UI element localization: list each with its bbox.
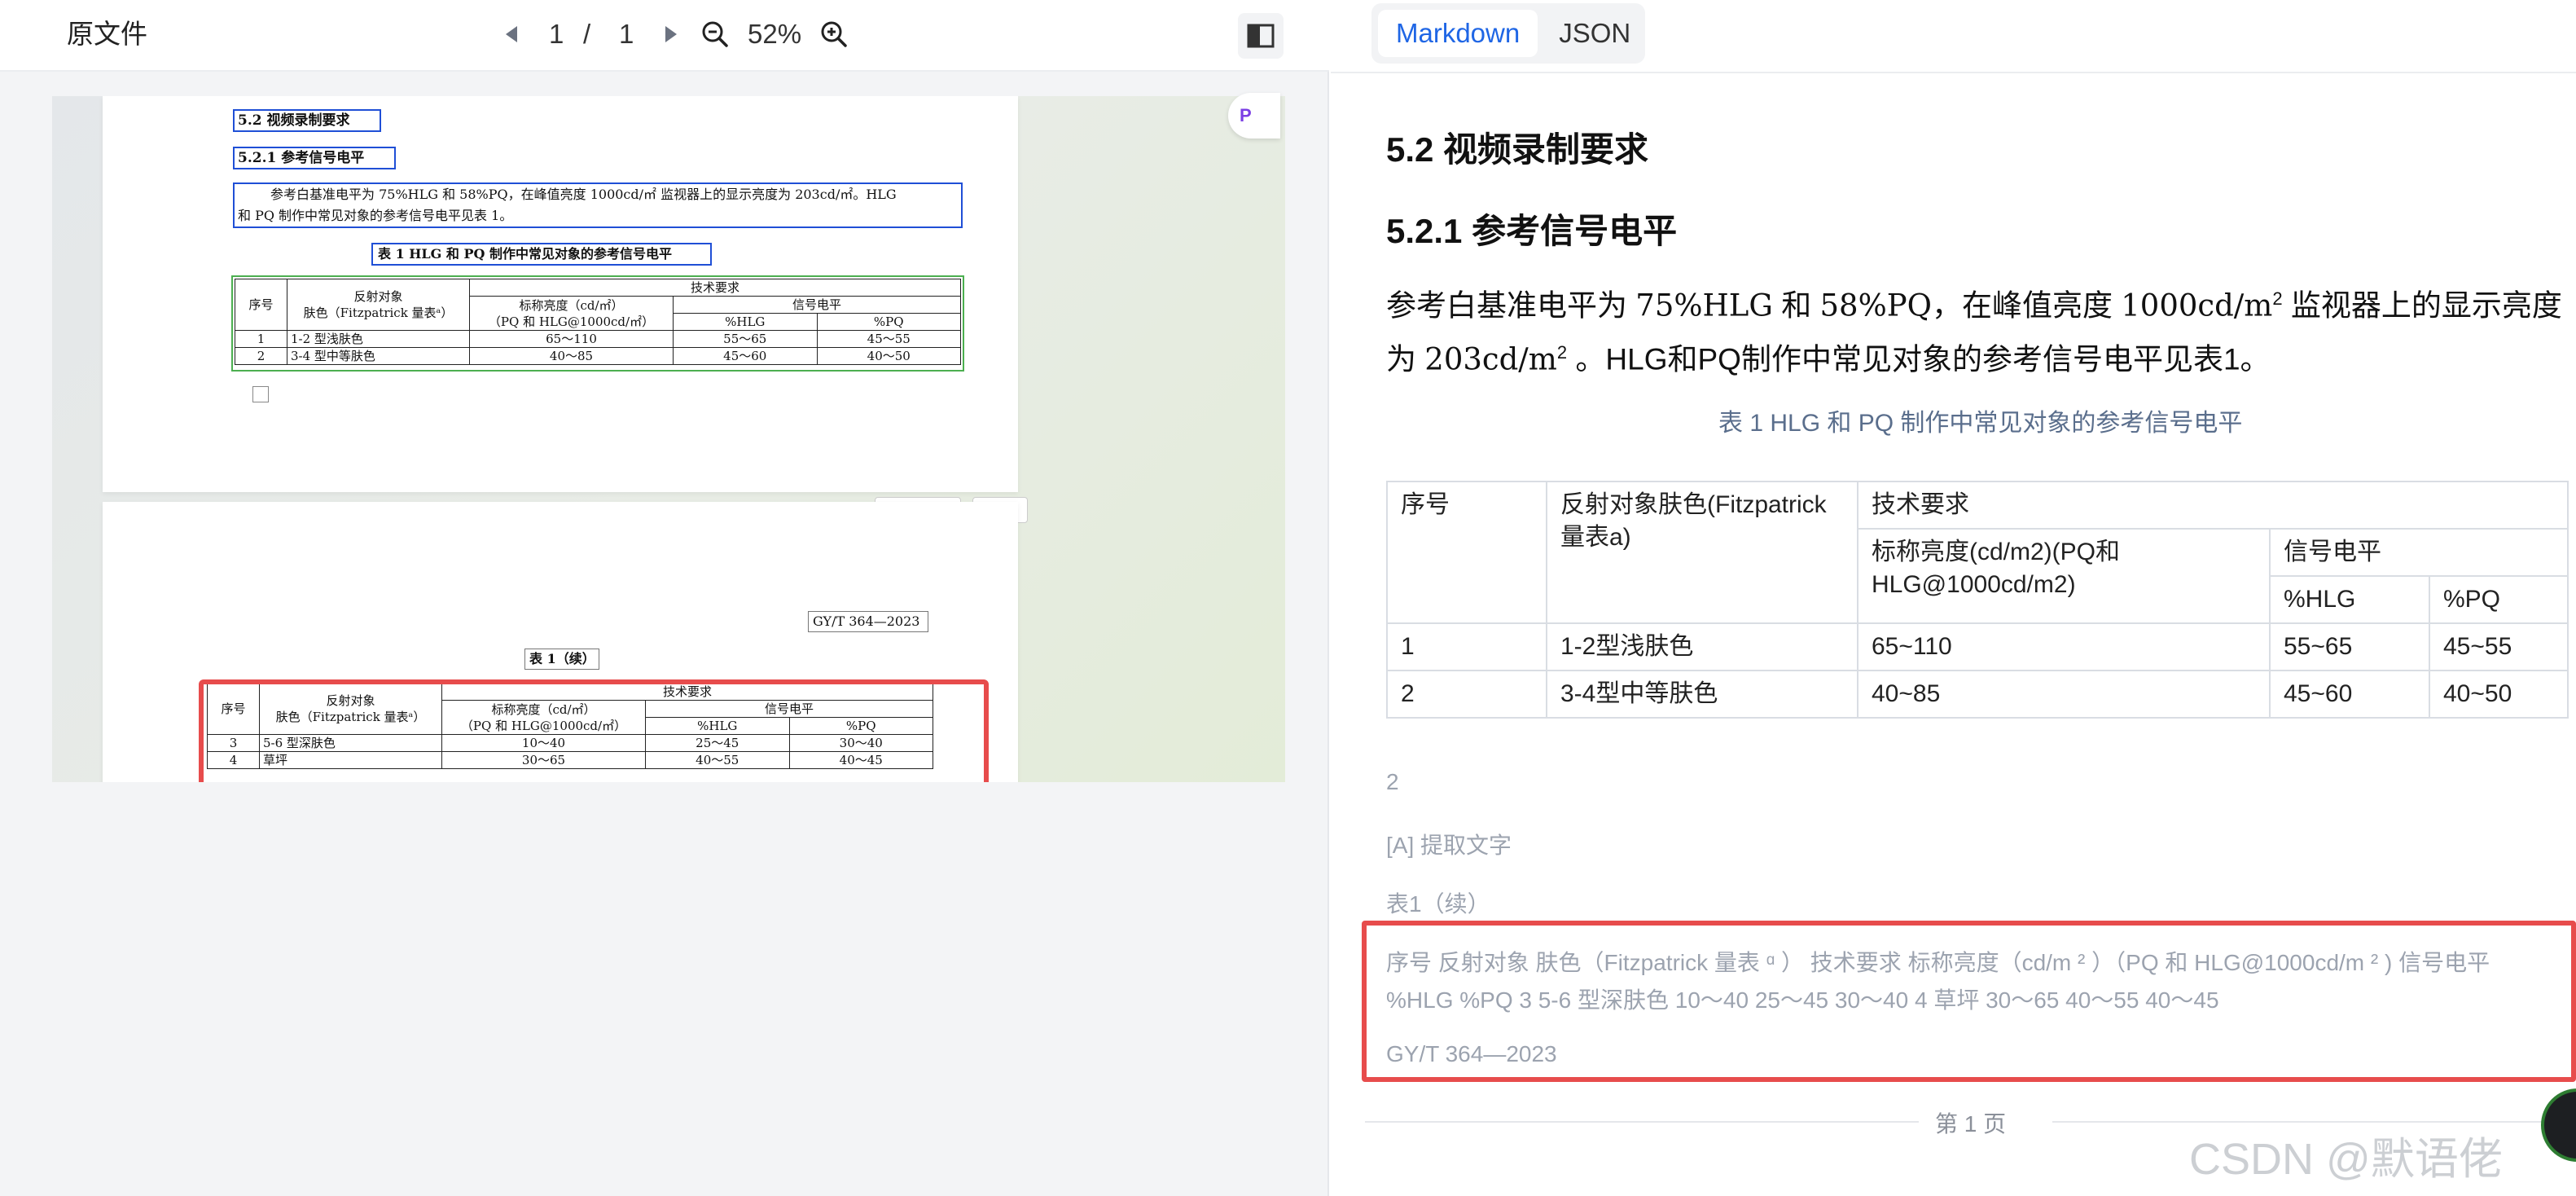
preview-th-pq: %PQ — [816, 313, 961, 331]
result-tabs: Markdown JSON — [1371, 3, 1645, 64]
document-preview-stage[interactable]: 5.2 视频录制要求 5.2.1 参考信号电平 参考白基准电平为 75%HLG … — [52, 96, 1285, 782]
table-cell: 65~110 — [1857, 622, 2271, 671]
page-separator: / — [583, 19, 591, 49]
md-heading2: 5.2.1 参考信号电平 — [1386, 212, 1678, 250]
source-title: 原文件 — [67, 19, 147, 49]
md-th-tech: 技术要求 — [1857, 481, 2569, 530]
preview-para-line2: 和 PQ 制作中常见对象的参考信号电平见表 1。 — [238, 208, 513, 223]
md-th-nominal: 标称亮度(cd/m2)(PQ和 HLG@1000cd/m2) — [1857, 528, 2271, 624]
preview-th-nominal1: 标称亮度（cd/㎡） — [519, 297, 624, 313]
md-para-math-lum2: 203cd/m — [1424, 341, 1557, 377]
zoom-out-icon[interactable] — [696, 15, 735, 54]
table-cell: 40~50 — [2429, 670, 2569, 719]
ai-assistant-icon[interactable]: P — [1228, 93, 1280, 139]
page-current-input[interactable]: 1 — [549, 16, 564, 52]
preview-th-obj1: 反射对象 — [353, 289, 403, 304]
md-para-seg: 和 — [1772, 288, 1820, 323]
prev-page-icon[interactable] — [492, 15, 531, 54]
highlight-box-right — [1362, 921, 2576, 1082]
preview-th-obj: 反射对象肤色（Fitzpatrick 量表ᵃ） — [287, 279, 470, 331]
table-cell: 1 — [235, 330, 287, 348]
md-para-math-pq: 58%PQ — [1819, 288, 1932, 323]
md-th-signal: 信号电平 — [2269, 528, 2569, 577]
table-cell: 40~85 — [1857, 670, 2271, 719]
preview-th-hlg: %HLG — [673, 313, 818, 331]
layout-toggle-icon[interactable] — [1238, 13, 1284, 59]
md-paragraph: 参考白基准电平为 75%HLG 和 58%PQ，在峰值亮度 1000cd/m2 … — [1386, 275, 2575, 384]
md-table-caption: 表 1 HLG 和 PQ 制作中常见对象的参考信号电平 — [1718, 410, 2243, 437]
tab-divider — [1331, 72, 2576, 73]
table-cell: 55~65 — [2269, 622, 2430, 671]
preview-heading2: 5.2.1 参考信号电平 — [238, 150, 365, 166]
preview-table2-caption: 表 1（续） — [529, 651, 595, 666]
md-th-no: 序号 — [1386, 481, 1547, 624]
table-cell: 1-2 型浅肤色 — [287, 330, 470, 348]
md-para-sup: 2 — [2272, 288, 2283, 309]
table-row: 2 3-4 型中等肤色 40～85 45～60 40～50 — [235, 347, 961, 365]
preview-para-line1: 参考白基准电平为 75%HLG 和 58%PQ，在峰值亮度 1000cd/㎡ 监… — [270, 187, 897, 202]
preview-th-tech: 技术要求 — [469, 279, 961, 297]
footnote-icon[interactable] — [252, 386, 269, 402]
md-para-sup: 2 — [1556, 342, 1568, 363]
highlight-box-left — [199, 679, 989, 782]
md-gray-line-2: [A] 提取文字 — [1386, 833, 1512, 858]
page-total: 1 — [619, 19, 634, 49]
footer-divider-left — [1365, 1121, 1919, 1123]
source-file-pane: 原文件 1 / 1 52% 5.2 视频录制要求 5.2.1 参考信号电平 参考… — [0, 0, 1329, 1196]
md-para-math-hlg: 75%HLG — [1635, 288, 1773, 323]
table-cell: 2 — [1386, 670, 1547, 719]
table-cell: 55～65 — [673, 330, 818, 348]
watermark: CSDN @默语佬 — [2189, 1135, 2503, 1184]
preview-table-caption: 表 1 HLG 和 PQ 制作中常见对象的参考信号电平 — [378, 246, 672, 262]
table-cell: 65～110 — [469, 330, 674, 348]
table-cell: 3-4型中等肤色 — [1546, 670, 1858, 719]
md-table: 序号 反射对象肤色(Fitzpatrick 量表a) 技术要求 标称亮度(cd/… — [1386, 481, 2569, 719]
preview-th-obj2: 肤色（Fitzpatrick 量表ᵃ） — [303, 306, 454, 320]
md-th-pq: %PQ — [2429, 575, 2569, 624]
table-cell: 2 — [235, 347, 287, 365]
table-row: 2 3-4型中等肤色 40~85 45~60 40~50 — [1386, 670, 2569, 719]
table-cell: 1-2型浅肤色 — [1546, 622, 1858, 671]
preview-th-no: 序号 — [235, 279, 287, 331]
table-cell: 40～50 — [816, 347, 961, 365]
preview-std-code: GY/T 364—2023 — [813, 613, 920, 629]
table-row: 1 1-2型浅肤色 65~110 55~65 45~55 — [1386, 622, 2569, 671]
table-cell: 45~55 — [2429, 622, 2569, 671]
table-cell: 1 — [1386, 622, 1547, 671]
zoom-level: 52% — [748, 19, 802, 49]
preview-th-signal: 信号电平 — [673, 296, 961, 314]
zoom-in-icon[interactable] — [814, 15, 854, 54]
md-gray-line-3: 表1（续） — [1386, 891, 1490, 917]
table-row: 1 1-2 型浅肤色 65～110 55～65 45～55 — [235, 330, 961, 348]
table-cell: 45～60 — [673, 347, 818, 365]
md-para-seg: ，在峰值亮度 — [1931, 288, 2122, 323]
md-heading1: 5.2 视频录制要求 — [1386, 130, 1649, 169]
table-cell: 3-4 型中等肤色 — [287, 347, 470, 365]
next-page-icon[interactable] — [652, 15, 691, 54]
tab-markdown[interactable]: Markdown — [1378, 10, 1538, 57]
preview-table-1: 序号 反射对象肤色（Fitzpatrick 量表ᵃ） 技术要求 标称亮度（cd/… — [235, 279, 961, 365]
md-para-math-lum1: 1000cd/m — [2121, 288, 2273, 323]
md-th-obj: 反射对象肤色(Fitzpatrick 量表a) — [1546, 481, 1858, 624]
tab-json[interactable]: JSON — [1541, 10, 1648, 57]
md-th-hlg: %HLG — [2269, 575, 2430, 624]
md-para-seg: 。HLG和PQ制作中常见对象的参考信号电平见表1。 — [1567, 342, 2271, 376]
page-footer: 第 1 页 — [1935, 1111, 2007, 1137]
preview-heading1: 5.2 视频录制要求 — [238, 112, 350, 129]
table-cell: 45~60 — [2269, 670, 2430, 719]
table-cell: 45～55 — [816, 330, 961, 348]
preview-page-1: 5.2 视频录制要求 5.2.1 参考信号电平 参考白基准电平为 75%HLG … — [103, 96, 1018, 492]
preview-th-nominal2: （PQ 和 HLG@1000cd/㎡） — [488, 314, 655, 329]
table-cell: 40～85 — [469, 347, 674, 365]
md-gray-line-1: 2 — [1386, 769, 1399, 794]
md-para-seg: 参考白基准电平为 — [1386, 288, 1636, 323]
source-toolbar: 原文件 1 / 1 52% — [0, 0, 1329, 72]
preview-th-nominal: 标称亮度（cd/㎡） （PQ 和 HLG@1000cd/㎡） — [469, 296, 674, 331]
